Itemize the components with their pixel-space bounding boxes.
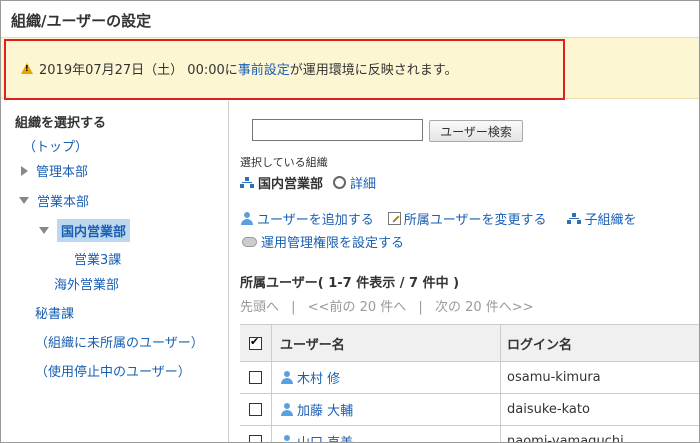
tree-item-label[interactable]: 秘書課	[35, 303, 74, 322]
pre-settings-link[interactable]: 事前設定	[238, 59, 290, 78]
tree-item-overseas-sales[interactable]: 海外営業部	[54, 274, 119, 293]
table-header-row: ユーザー名 ログイン名	[240, 325, 699, 362]
user-search-input[interactable]	[252, 119, 423, 141]
pager-prev: <<前の 20 件へ	[307, 300, 407, 315]
notice-message: 2019年07月27日（土） 00:00に 事前設定 が運用環境に反映されます。	[21, 59, 457, 78]
selected-org: 国内営業部 詳細	[240, 173, 376, 192]
tree-item-label[interactable]: （組織に未所属のユーザー）	[35, 332, 204, 351]
tree-item-secretary[interactable]: 秘書課	[35, 303, 74, 322]
tree-item-label[interactable]: 営業3課	[74, 249, 121, 268]
notice-suffix: が運用環境に反映されます。	[289, 63, 458, 78]
page-title: 組織/ユーザーの設定	[11, 12, 152, 30]
pager-first: 先頭へ	[240, 300, 280, 315]
tree-item-suspended[interactable]: （使用停止中のユーザー）	[35, 361, 191, 380]
add-user-link[interactable]: ユーザーを追加する	[257, 209, 374, 228]
login-name: osamu-kimura	[507, 370, 601, 385]
tree-item-label[interactable]: 海外営業部	[54, 274, 119, 293]
pager-next: 次の 20 件へ>>	[434, 300, 534, 315]
sidebar-heading: 組織を選択する	[15, 116, 107, 131]
selected-org-name: 国内営業部	[258, 177, 324, 192]
tree-item-unassigned[interactable]: （組織に未所属のユーザー）	[35, 332, 204, 351]
login-name: naomi-yamaguchi	[507, 434, 624, 443]
login-name: daisuke-kato	[507, 402, 590, 417]
tree-item-label[interactable]: 管理本部	[36, 161, 88, 180]
org-tree-icon	[240, 176, 254, 189]
org-actions-row2: 運用管理権限を設定する	[242, 232, 404, 251]
tree-item-sales3[interactable]: 営業3課	[74, 249, 121, 268]
column-header-login: ログイン名	[507, 337, 573, 353]
warning-icon	[21, 63, 33, 74]
tree-item-top[interactable]: （トップ）	[23, 136, 88, 155]
user-table: ユーザー名 ログイン名 木村 修 osamu-kimura 加藤 大輔 dais…	[240, 324, 699, 443]
user-icon	[280, 402, 294, 417]
collapse-icon[interactable]	[19, 197, 29, 204]
pager-separator: |	[418, 300, 423, 315]
add-child-org-link[interactable]: 子組織を	[585, 209, 637, 228]
permission-icon	[242, 236, 257, 247]
select-all-checkbox[interactable]	[249, 335, 262, 350]
org-actions-row1: ユーザーを追加する 所属ユーザーを変更する 子組織を	[240, 209, 637, 228]
collapse-icon[interactable]	[39, 227, 49, 234]
user-search-button[interactable]: ユーザー検索	[429, 120, 523, 142]
pager-separator: |	[291, 300, 296, 315]
table-row: 山口 直美 naomi-yamaguchi	[240, 426, 699, 443]
change-members-link[interactable]: 所属ユーザーを変更する	[404, 209, 547, 228]
user-icon	[280, 434, 294, 442]
row-checkbox[interactable]	[249, 403, 262, 416]
user-name-link[interactable]: 木村 修	[297, 368, 340, 387]
pager: 先頭へ | <<前の 20 件へ | 次の 20 件へ>>	[240, 296, 534, 315]
user-name-link[interactable]: 山口 直美	[297, 432, 353, 442]
tree-item-sales[interactable]: 営業本部	[19, 191, 89, 210]
user-name-link[interactable]: 加藤 大輔	[297, 400, 353, 419]
tree-item-label[interactable]: （トップ）	[23, 136, 88, 155]
org-tree-icon	[566, 212, 581, 225]
set-permissions-link[interactable]: 運用管理権限を設定する	[261, 232, 404, 251]
user-icon	[280, 370, 294, 385]
table-row: 加藤 大輔 daisuke-kato	[240, 394, 699, 426]
column-header-name: ユーザー名	[272, 325, 501, 361]
notice-prefix: 2019年07月27日（土） 00:00に	[39, 63, 238, 78]
magnifier-icon	[333, 176, 347, 189]
row-checkbox[interactable]	[249, 371, 262, 384]
user-icon	[240, 211, 254, 226]
tree-item-label[interactable]: （使用停止中のユーザー）	[35, 361, 191, 380]
tree-item-label[interactable]: 営業本部	[37, 191, 89, 210]
user-list-title: 所属ユーザー( 1-7 件表示 / 7 件中 )	[240, 276, 460, 291]
tree-item-admin[interactable]: 管理本部	[21, 161, 88, 180]
app-window: 組織/ユーザーの設定 2019年07月27日（土） 00:00に 事前設定 が運…	[0, 0, 700, 443]
edit-icon	[387, 212, 401, 225]
tree-item-domestic-sales[interactable]: 国内営業部	[39, 219, 131, 242]
expand-icon[interactable]	[21, 165, 28, 176]
org-detail-link[interactable]: 詳細	[350, 173, 376, 192]
table-row: 木村 修 osamu-kimura	[240, 362, 699, 394]
selected-org-label: 選択している組織	[240, 156, 328, 169]
row-checkbox[interactable]	[249, 435, 262, 442]
tree-item-label-selected[interactable]: 国内営業部	[57, 219, 131, 242]
